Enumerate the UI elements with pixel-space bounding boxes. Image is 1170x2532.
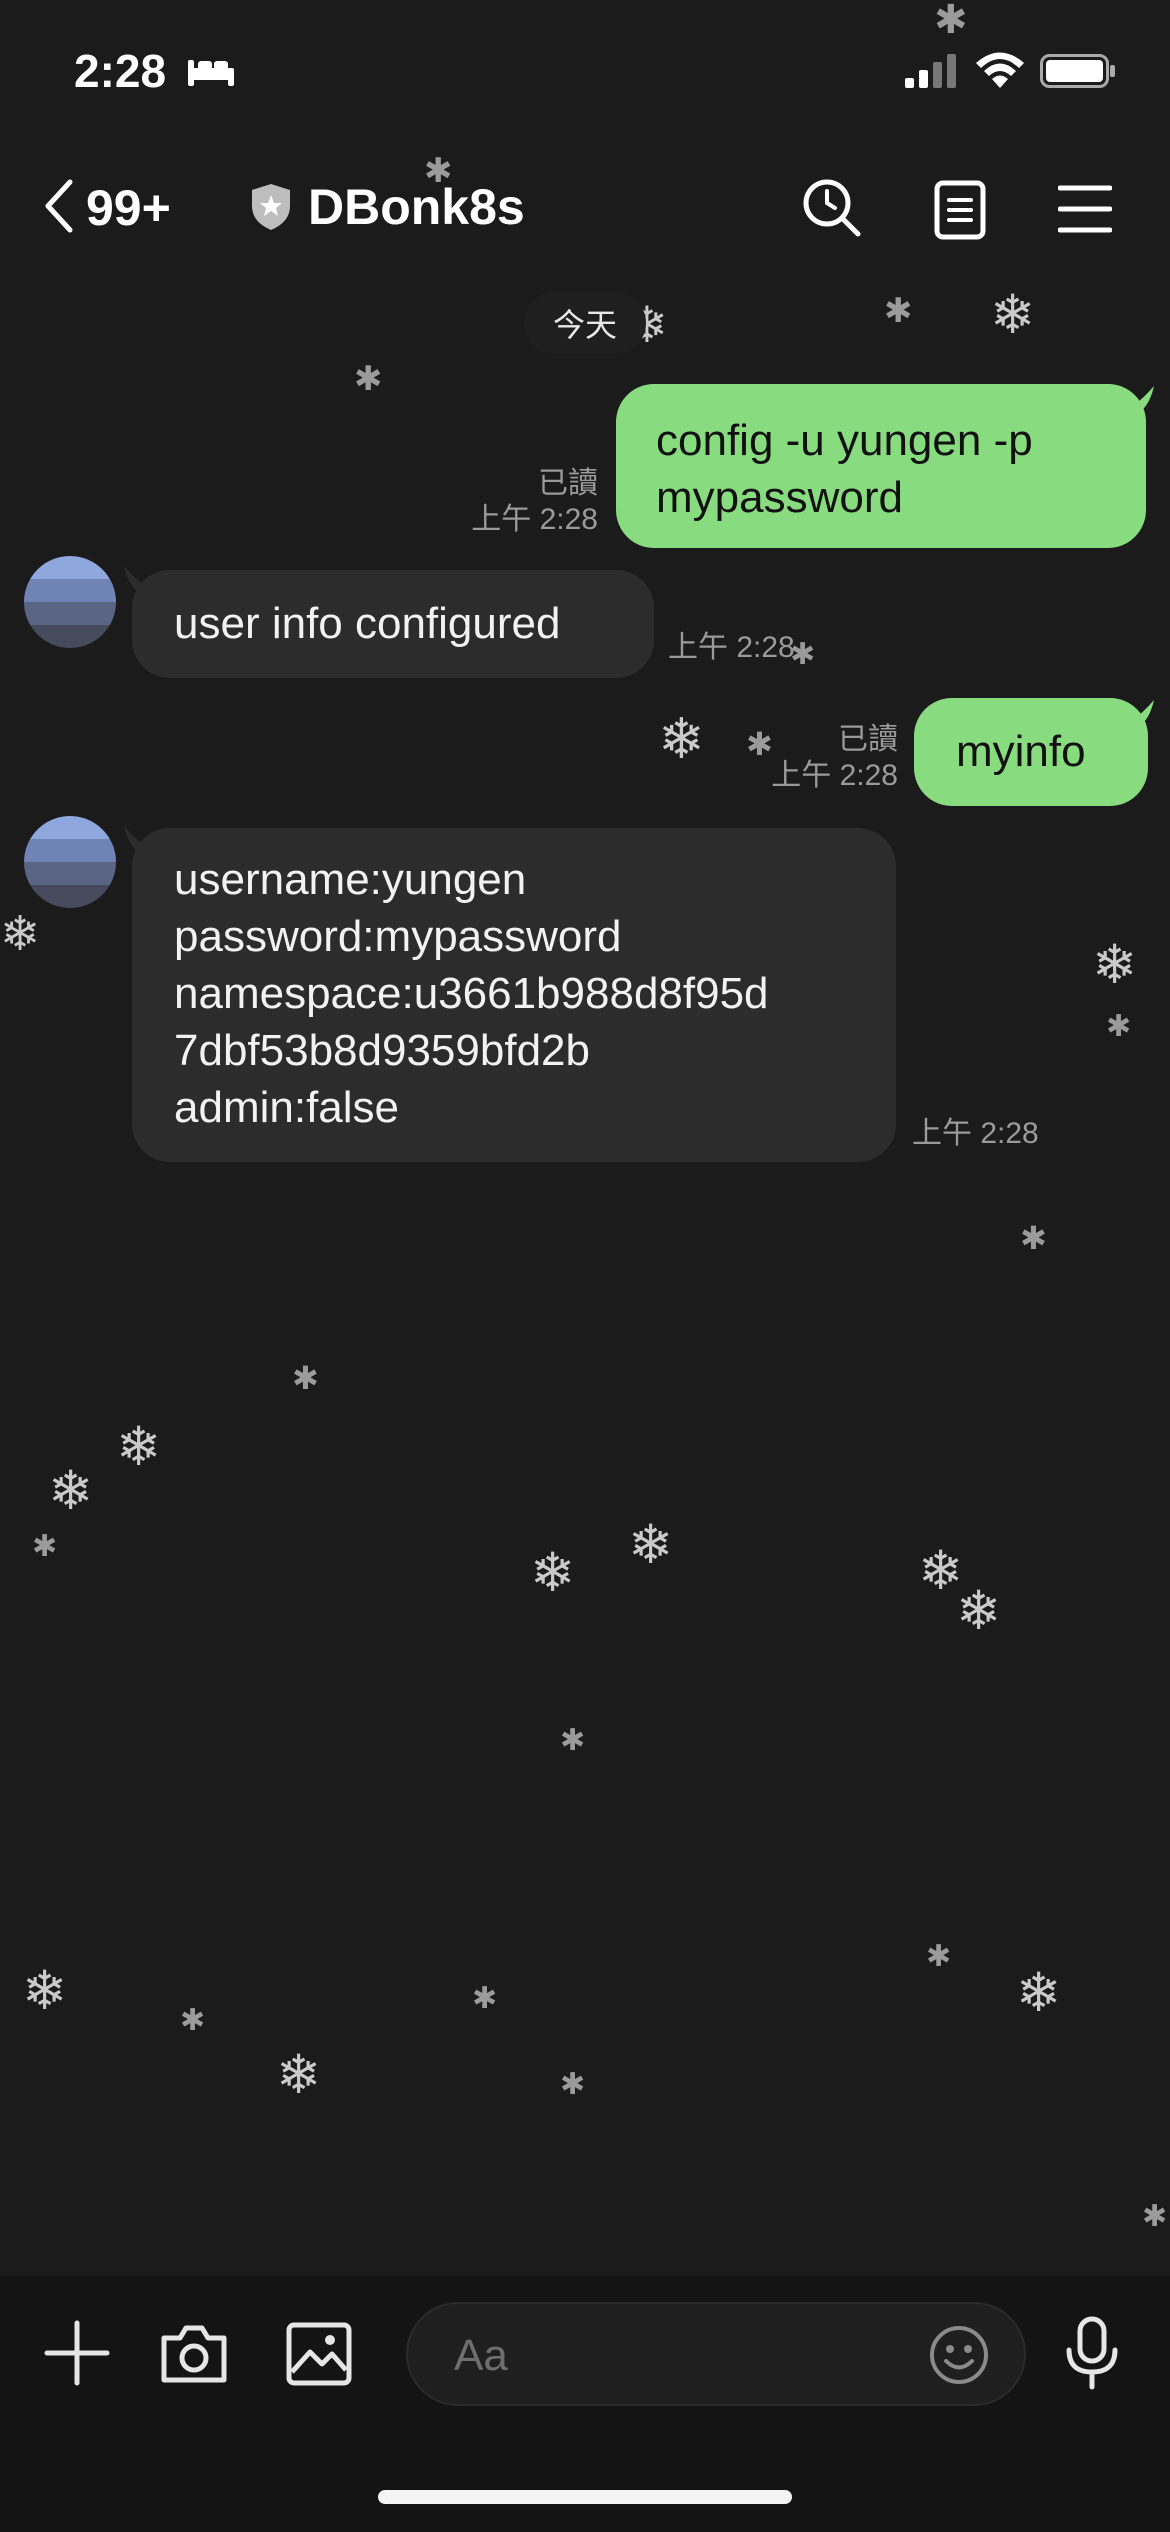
message-input[interactable] bbox=[452, 2330, 896, 2382]
microphone-icon bbox=[1064, 2316, 1120, 2394]
message-text-line: myinfo bbox=[956, 727, 1086, 776]
back-icon bbox=[40, 176, 76, 241]
bubble-tail bbox=[1126, 386, 1154, 412]
notes-button[interactable] bbox=[934, 180, 986, 245]
search-button[interactable] bbox=[800, 176, 864, 245]
read-receipt: 已讀 bbox=[838, 723, 898, 756]
chat-title: DBonk8s bbox=[308, 179, 525, 235]
bubble-tail bbox=[1126, 700, 1154, 726]
notes-icon bbox=[934, 180, 986, 244]
message-time: 上午 2:28 bbox=[471, 503, 598, 536]
message-text-line: config -u yungen -p bbox=[656, 416, 1033, 465]
plus-icon bbox=[44, 2320, 110, 2390]
read-receipt: 已讀 bbox=[538, 467, 598, 500]
voice-button[interactable] bbox=[1064, 2316, 1120, 2395]
status-time: 2:28 bbox=[74, 45, 167, 97]
outgoing-message-bubble[interactable]: config -u yungen -p mypassword bbox=[616, 384, 1146, 548]
avatar[interactable] bbox=[24, 556, 116, 648]
wifi-icon bbox=[976, 52, 1024, 93]
message-text-line: namespace:u3661b988d8f95d bbox=[174, 969, 769, 1018]
emoji-icon[interactable] bbox=[928, 2324, 990, 2391]
message-time: 上午 2:28 bbox=[912, 1117, 1039, 1150]
camera-button[interactable] bbox=[160, 2322, 228, 2389]
add-button[interactable] bbox=[44, 2320, 110, 2391]
date-separator: 今天 bbox=[524, 292, 646, 354]
message-time: 上午 2:28 bbox=[668, 631, 795, 664]
message-time: 上午 2:28 bbox=[771, 759, 898, 792]
image-button[interactable] bbox=[286, 2322, 352, 2391]
menu-icon bbox=[1057, 185, 1113, 238]
home-indicator bbox=[378, 2490, 792, 2504]
camera-icon bbox=[160, 2325, 228, 2388]
message-text-line: username:yungen bbox=[174, 855, 527, 904]
message-text-line: password:mypassword bbox=[174, 912, 622, 961]
search-icon bbox=[800, 179, 864, 244]
message-text-line: 7dbf53b8d9359bfd2b bbox=[174, 1026, 590, 1075]
incoming-message-bubble[interactable]: username:yungen password:mypassword name… bbox=[132, 828, 896, 1162]
message-meta: 已讀 上午 2:28 bbox=[720, 722, 898, 794]
message-text-line: user info configured bbox=[174, 599, 561, 648]
unread-count: 99+ bbox=[86, 180, 171, 236]
message-text-line: mypassword bbox=[656, 473, 903, 522]
shield-icon bbox=[250, 182, 292, 237]
message-text-line: admin:false bbox=[174, 1083, 400, 1132]
back-button[interactable]: 99+ bbox=[40, 178, 210, 238]
avatar[interactable] bbox=[24, 816, 116, 908]
battery-icon bbox=[1040, 54, 1116, 93]
message-field[interactable] bbox=[406, 2302, 1026, 2406]
cellular-icon bbox=[905, 54, 957, 93]
image-icon bbox=[286, 2322, 352, 2390]
sleep-icon bbox=[186, 56, 236, 91]
outgoing-message-bubble[interactable]: myinfo bbox=[914, 698, 1148, 806]
menu-button[interactable] bbox=[1057, 184, 1113, 239]
message-meta: 已讀 上午 2:28 bbox=[420, 466, 598, 538]
incoming-message-bubble[interactable]: user info configured bbox=[132, 570, 654, 678]
